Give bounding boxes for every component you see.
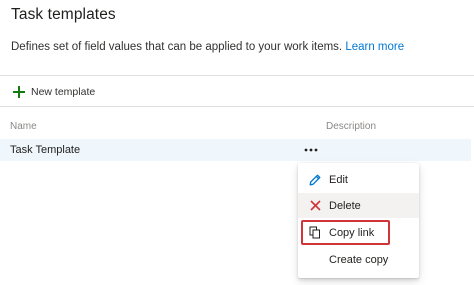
new-template-button[interactable]: New template bbox=[13, 84, 95, 100]
menu-item-delete[interactable]: Delete bbox=[298, 193, 419, 218]
menu-item-edit[interactable]: Edit bbox=[298, 167, 419, 192]
new-template-label: New template bbox=[31, 86, 96, 98]
page-description: Defines set of field values that can be … bbox=[11, 41, 404, 53]
menu-item-delete-label: Delete bbox=[329, 199, 361, 212]
ellipsis-icon bbox=[304, 148, 318, 152]
more-actions-button[interactable] bbox=[300, 142, 322, 158]
toolbar-divider bbox=[0, 106, 474, 107]
task-templates-page: Task templates Defines set of field valu… bbox=[0, 0, 474, 285]
menu-item-create-copy[interactable]: Create copy bbox=[298, 247, 419, 272]
copy-icon bbox=[308, 226, 322, 240]
column-header-description[interactable]: Description bbox=[326, 121, 376, 132]
menu-item-create-copy-label: Create copy bbox=[329, 253, 389, 266]
template-name[interactable]: Task Template bbox=[10, 144, 80, 156]
table-row[interactable]: Task Template bbox=[0, 139, 471, 161]
column-header-name[interactable]: Name bbox=[10, 121, 37, 132]
menu-item-edit-label: Edit bbox=[329, 173, 348, 186]
plus-icon bbox=[13, 86, 25, 98]
context-menu: Edit Delete Copy link Create copy bbox=[298, 163, 419, 278]
menu-item-copy-link[interactable]: Copy link bbox=[301, 220, 390, 245]
learn-more-link[interactable]: Learn more bbox=[345, 41, 404, 53]
menu-item-copy-link-label: Copy link bbox=[329, 226, 375, 239]
pencil-icon bbox=[308, 173, 322, 187]
x-icon bbox=[308, 199, 322, 213]
description-text: Defines set of field values that can be … bbox=[11, 41, 343, 53]
page-title: Task templates bbox=[11, 6, 116, 23]
header-divider bbox=[0, 75, 474, 76]
